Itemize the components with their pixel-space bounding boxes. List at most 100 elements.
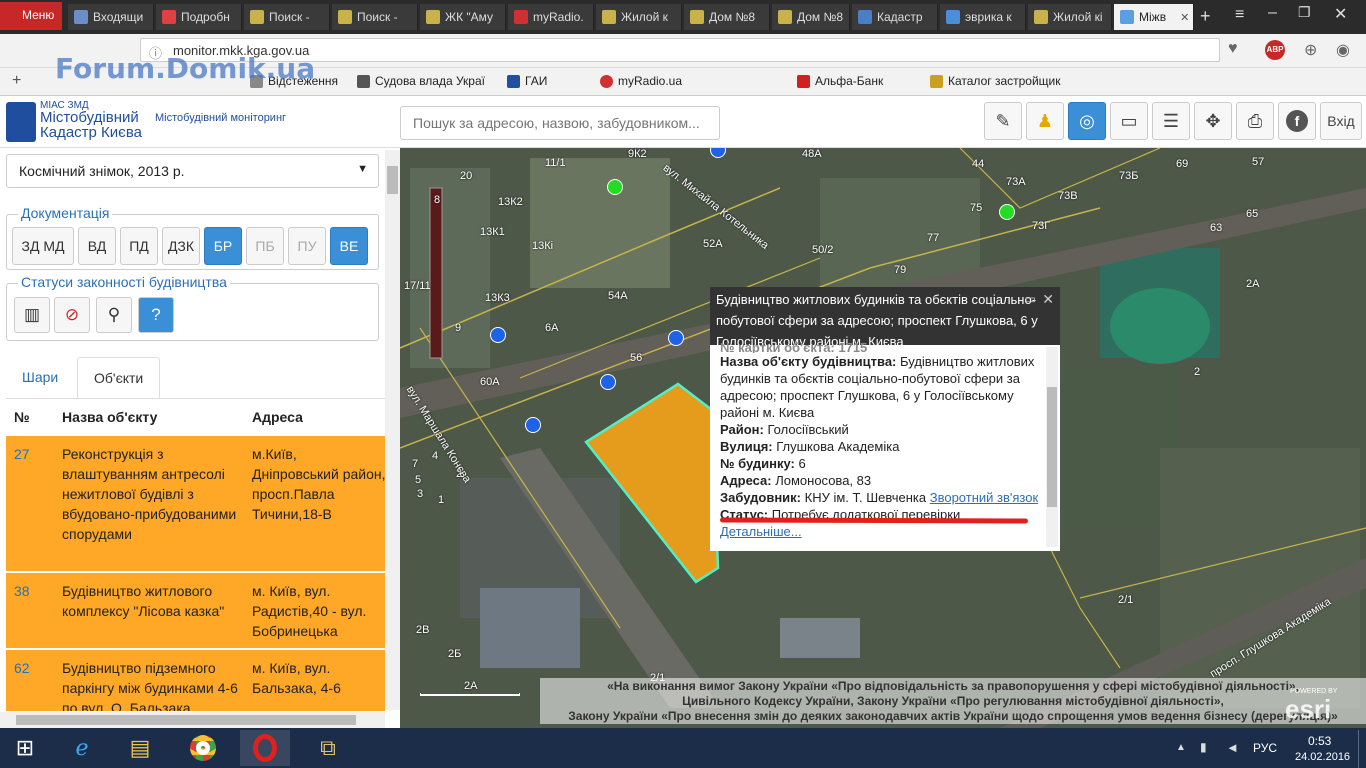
- popup-close-icon[interactable]: ✕: [1042, 289, 1054, 310]
- table-row[interactable]: 62 Будівництво підземного паркінгу між б…: [6, 650, 385, 712]
- details-link[interactable]: Детальніше...: [720, 523, 1040, 540]
- browser-tab[interactable]: myRadio.: [508, 4, 594, 30]
- internet-explorer-icon[interactable]: ℯ: [57, 730, 107, 766]
- tab-label: Кадастр: [877, 10, 923, 24]
- object-marker[interactable]: [525, 417, 541, 433]
- chrome-icon[interactable]: [178, 730, 228, 766]
- scrollbar-thumb[interactable]: [1047, 387, 1057, 507]
- add-bookmark-icon[interactable]: +: [12, 72, 21, 90]
- row-num: 62: [14, 660, 30, 676]
- basemap-select[interactable]: Космічний знімок, 2013 р. ▼: [6, 154, 379, 188]
- browser-tab[interactable]: Подробн: [156, 4, 242, 30]
- popup-field-house: № будинку: 6: [720, 455, 1040, 472]
- maximize-icon[interactable]: ❐: [1298, 4, 1311, 21]
- scrollbar-thumb[interactable]: [387, 166, 398, 194]
- object-marker[interactable]: [490, 327, 506, 343]
- layers-icon[interactable]: ☰: [1152, 102, 1190, 140]
- doc-button-pb[interactable]: ПБ: [246, 227, 284, 265]
- opera-menu-button[interactable]: Меню: [0, 2, 62, 30]
- browser-tab[interactable]: Жилой к: [596, 4, 682, 30]
- map-label: 13К2: [498, 196, 523, 208]
- browser-tab[interactable]: Дом №8: [772, 4, 850, 30]
- tab-objects[interactable]: Об'єкти: [77, 357, 161, 399]
- bookmark-heart-icon[interactable]: ♥: [1228, 40, 1238, 58]
- legal-building-icon[interactable]: ▥: [14, 297, 50, 333]
- tab-label: Поиск -: [357, 10, 398, 24]
- login-button[interactable]: Вхід: [1320, 102, 1362, 140]
- minimize-icon[interactable]: –: [1268, 4, 1277, 22]
- extent-icon[interactable]: ✥: [1194, 102, 1232, 140]
- measure-icon[interactable]: ▭: [1110, 102, 1148, 140]
- language-indicator[interactable]: РУС: [1253, 741, 1277, 755]
- illegal-building-icon[interactable]: ⊘: [54, 297, 90, 333]
- legal-object-marker[interactable]: [607, 179, 623, 195]
- map-label: 52А: [703, 238, 723, 250]
- app-taskbar-icon[interactable]: ⧉: [303, 730, 353, 766]
- bookmark-item[interactable]: Судова влада Украї: [357, 74, 485, 88]
- bookmark-item[interactable]: Каталог застройщик: [930, 74, 1061, 88]
- doc-button-br[interactable]: БР: [204, 227, 242, 265]
- popup-title: Будівництво житлових будинків та обєктів…: [710, 287, 1060, 349]
- doc-button-pu[interactable]: ПУ: [288, 227, 326, 265]
- object-marker[interactable]: [668, 330, 684, 346]
- popup-maximize-icon[interactable]: ▭: [1025, 289, 1036, 310]
- kyiv-logo-icon[interactable]: [6, 102, 36, 142]
- browser-tab[interactable]: эврика к: [940, 4, 1026, 30]
- close-tab-icon[interactable]: ✕: [1180, 11, 1189, 24]
- bookmark-item[interactable]: ГАИ: [507, 74, 547, 88]
- doc-button-zd-md[interactable]: ЗД МД: [12, 227, 74, 265]
- table-row[interactable]: 27 Реконструкція з влаштуванням антресол…: [6, 436, 386, 572]
- clock-time[interactable]: 0:53: [1308, 734, 1331, 748]
- panel-horizontal-scrollbar[interactable]: [0, 712, 385, 728]
- browser-tab[interactable]: Дом №8: [684, 4, 770, 30]
- tray-overflow-icon[interactable]: ▲: [1176, 742, 1186, 753]
- tab-label: Дом №8: [709, 10, 756, 24]
- clock-date[interactable]: 24.02.2016: [1295, 751, 1350, 763]
- network-icon[interactable]: ▮: [1200, 740, 1207, 754]
- browser-tab[interactable]: Входящи: [68, 4, 154, 30]
- table-row[interactable]: 38 Будівництво житлового комплексу "Лісо…: [6, 573, 385, 649]
- panel-vertical-scrollbar[interactable]: [385, 150, 400, 710]
- field-value: КНУ ім. Т. Шевченка: [804, 490, 927, 505]
- object-marker[interactable]: [600, 374, 616, 390]
- adblock-icon[interactable]: ABP: [1265, 40, 1285, 60]
- map-label: 17/11: [404, 280, 431, 292]
- print-icon[interactable]: ⎙: [1236, 102, 1274, 140]
- volume-icon[interactable]: ◄: [1226, 740, 1239, 755]
- doc-button-ve[interactable]: ВЕ: [330, 227, 368, 265]
- doc-button-vd[interactable]: ВД: [78, 227, 116, 265]
- browser-tab[interactable]: Кадастр: [852, 4, 938, 30]
- browser-tab[interactable]: Поиск -: [332, 4, 418, 30]
- doc-button-pd[interactable]: ПД: [120, 227, 158, 265]
- esri-logo: esri: [1285, 694, 1332, 724]
- close-window-icon[interactable]: ✕: [1334, 4, 1347, 24]
- opera-news-icon[interactable]: ◉: [1336, 40, 1350, 60]
- navigate-icon[interactable]: ◎: [1068, 102, 1106, 140]
- street-view-icon[interactable]: ♟: [1026, 102, 1064, 140]
- bookmark-item[interactable]: myRadio.ua: [600, 74, 682, 88]
- inspection-search-icon[interactable]: ⚲: [96, 297, 132, 333]
- facebook-icon[interactable]: f: [1278, 102, 1316, 140]
- feedback-link[interactable]: Зворотний зв'язок: [930, 490, 1038, 505]
- browser-tab[interactable]: ЖК "Аму: [420, 4, 506, 30]
- browser-tab[interactable]: Жилой кі: [1028, 4, 1112, 30]
- download-icon[interactable]: ⊕: [1304, 40, 1317, 60]
- browser-tab[interactable]: Міжв ✕: [1114, 4, 1194, 30]
- windows-start-icon[interactable]: ⊞: [0, 730, 50, 766]
- bookmark-item[interactable]: Альфа-Банк: [797, 74, 883, 88]
- browser-tab[interactable]: Поиск -: [244, 4, 330, 30]
- new-tab-icon[interactable]: +: [1200, 6, 1211, 27]
- legal-object-marker[interactable]: [999, 204, 1015, 220]
- edit-icon[interactable]: ✎: [984, 102, 1022, 140]
- tab-menu-icon[interactable]: ≡: [1235, 6, 1244, 24]
- address-search-input[interactable]: [400, 106, 720, 140]
- file-explorer-icon[interactable]: ▤: [115, 730, 165, 766]
- tab-layers[interactable]: Шари: [6, 357, 74, 399]
- popup-scrollbar[interactable]: [1046, 347, 1058, 547]
- notice-line: Цивільного Кодексу України, Закону Украї…: [682, 694, 1224, 708]
- show-desktop-button[interactable]: [1358, 730, 1366, 768]
- opera-icon[interactable]: [240, 730, 290, 766]
- needs-check-icon[interactable]: ?: [138, 297, 174, 333]
- doc-button-dzk[interactable]: ДЗК: [162, 227, 200, 265]
- scrollbar-thumb[interactable]: [16, 715, 356, 725]
